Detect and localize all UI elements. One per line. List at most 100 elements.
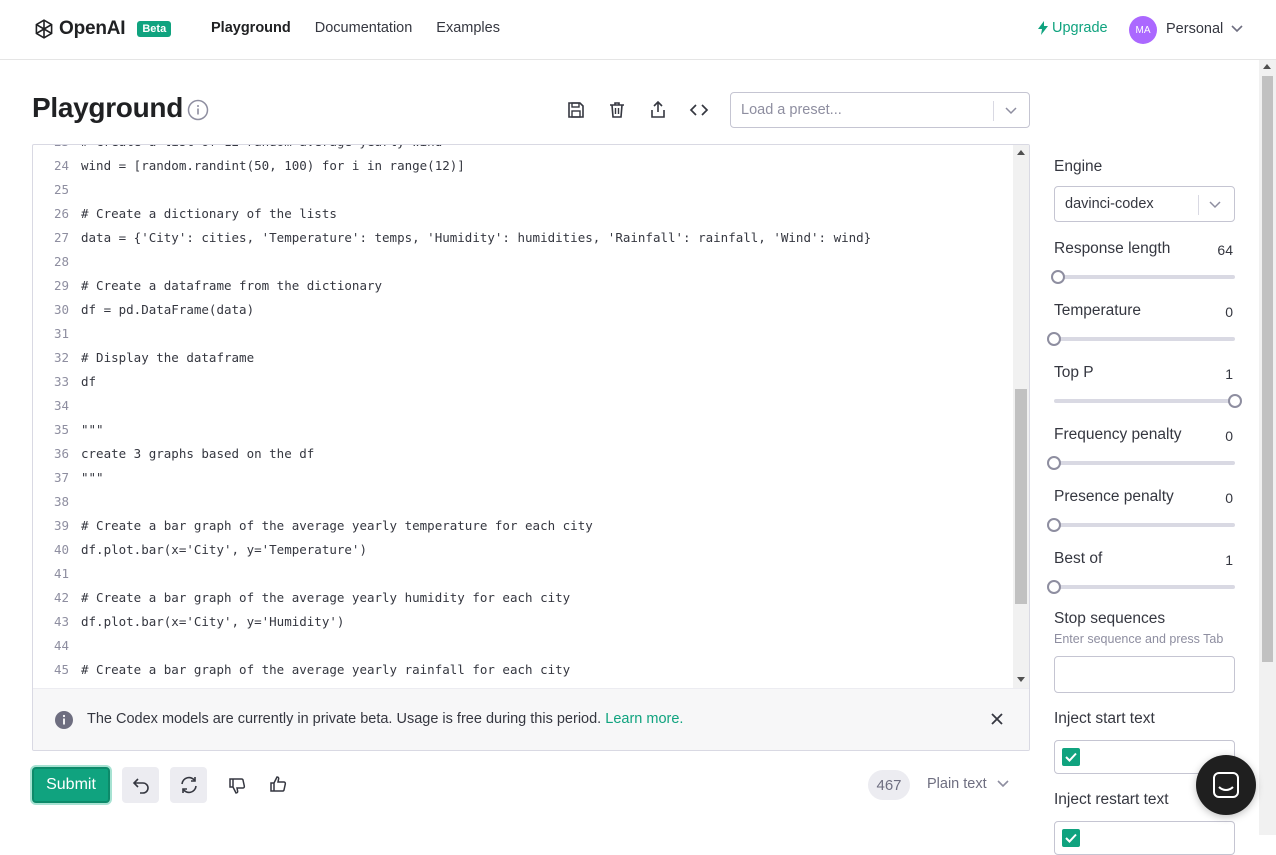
code-text[interactable]: df.plot.bar(x='City', y='Temperature') xyxy=(81,538,367,562)
code-icon[interactable] xyxy=(689,100,709,120)
code-line[interactable]: 29 # Create a dataframe from the dictiona… xyxy=(33,274,1013,298)
editor-scrollbar[interactable] xyxy=(1013,145,1029,688)
slider-label: Temperature xyxy=(1054,302,1142,319)
slider-track[interactable] xyxy=(1054,399,1235,403)
page-scrollbar[interactable] xyxy=(1259,60,1276,835)
help-chat-button[interactable] xyxy=(1196,755,1256,815)
upgrade-link[interactable]: Upgrade xyxy=(1038,20,1108,36)
line-number: 45 xyxy=(53,662,69,677)
slider-value[interactable]: 64 xyxy=(1217,242,1233,258)
code-line[interactable]: 45 # Create a bar graph of the average ye… xyxy=(33,658,1013,682)
slider-value[interactable]: 0 xyxy=(1225,428,1233,444)
regenerate-button[interactable] xyxy=(170,767,207,803)
code-line[interactable]: 28 xyxy=(33,250,1013,274)
code-line[interactable]: 37 """ xyxy=(33,466,1013,490)
code-line[interactable]: 24 wind = [random.randint(50, 100) for i … xyxy=(33,154,1013,178)
slider-value[interactable]: 1 xyxy=(1225,552,1233,568)
nav-playground[interactable]: Playground xyxy=(211,20,291,36)
slider-track[interactable] xyxy=(1054,275,1235,279)
code-line[interactable]: 36 create 3 graphs based on the df xyxy=(33,442,1013,466)
code-line[interactable]: 31 xyxy=(33,322,1013,346)
code-text[interactable]: # Create a dictionary of the lists xyxy=(81,202,337,226)
thumbs-up-button[interactable] xyxy=(263,767,293,803)
code-line[interactable]: 35 """ xyxy=(33,418,1013,442)
code-line[interactable]: 38 xyxy=(33,490,1013,514)
code-line[interactable]: 25 xyxy=(33,178,1013,202)
code-line[interactable]: 42 # Create a bar graph of the average ye… xyxy=(33,586,1013,610)
code-text[interactable]: wind = [random.randint(50, 100) for i in… xyxy=(81,154,465,178)
nav-examples[interactable]: Examples xyxy=(436,20,500,36)
slider-thumb[interactable] xyxy=(1047,332,1061,346)
code-line[interactable]: 30 df = pd.DataFrame(data) xyxy=(33,298,1013,322)
info-icon xyxy=(55,711,73,729)
slider-value[interactable]: 0 xyxy=(1225,304,1233,320)
info-icon[interactable] xyxy=(187,99,209,121)
undo-button[interactable] xyxy=(122,767,159,803)
share-icon[interactable] xyxy=(648,100,668,120)
line-number: 36 xyxy=(53,446,69,461)
stop-sequences-input[interactable] xyxy=(1054,656,1235,693)
trash-icon[interactable] xyxy=(607,100,627,120)
code-text[interactable]: df.plot.bar(x='City', y='Humidity') xyxy=(81,610,344,634)
undo-icon xyxy=(132,778,149,794)
code-text[interactable]: """ xyxy=(81,418,104,442)
code-line[interactable]: 44 xyxy=(33,634,1013,658)
code-line[interactable]: 43 df.plot.bar(x='City', y='Humidity') xyxy=(33,610,1013,634)
preset-select[interactable]: Load a preset... xyxy=(730,92,1030,128)
code-line[interactable]: 33 df xyxy=(33,370,1013,394)
inject-start-checkbox[interactable] xyxy=(1062,748,1080,766)
slider-value[interactable]: 1 xyxy=(1225,366,1233,382)
slider-thumb[interactable] xyxy=(1047,580,1061,594)
scroll-up-arrow-icon[interactable] xyxy=(1017,150,1025,155)
slider-row: Top P 1 xyxy=(1054,364,1242,408)
avatar[interactable]: MA xyxy=(1129,16,1157,44)
scrollbar-thumb[interactable] xyxy=(1015,389,1027,604)
code-line[interactable]: 32 # Display the dataframe xyxy=(33,346,1013,370)
slider-thumb[interactable] xyxy=(1047,518,1061,532)
code-text[interactable]: # Display the dataframe xyxy=(81,346,254,370)
code-text[interactable]: df = pd.DataFrame(data) xyxy=(81,298,254,322)
stop-sequences-section: Stop sequences Enter sequence and press … xyxy=(1054,610,1236,693)
code-line[interactable]: 34 xyxy=(33,394,1013,418)
code-line[interactable]: 40 df.plot.bar(x='City', y='Temperature') xyxy=(33,538,1013,562)
nav-documentation[interactable]: Documentation xyxy=(315,20,413,36)
code-line[interactable]: 41 xyxy=(33,562,1013,586)
mode-select[interactable]: Plain text xyxy=(927,776,1009,792)
code-line[interactable]: 39 # Create a bar graph of the average ye… xyxy=(33,514,1013,538)
code-text[interactable]: create 3 graphs based on the df xyxy=(81,442,314,466)
slider-track[interactable] xyxy=(1054,585,1235,589)
save-icon[interactable] xyxy=(566,100,586,120)
slider-value[interactable]: 0 xyxy=(1225,490,1233,506)
slider-thumb[interactable] xyxy=(1228,394,1242,408)
code-line[interactable]: 26 # Create a dictionary of the lists xyxy=(33,202,1013,226)
submit-button[interactable]: Submit xyxy=(32,767,110,803)
close-icon[interactable] xyxy=(991,713,1003,725)
code-area[interactable]: 23# Create a list of 12 random average y… xyxy=(33,145,1013,682)
slider-track[interactable] xyxy=(1054,523,1235,527)
inject-restart-checkbox[interactable] xyxy=(1062,829,1080,847)
code-text[interactable]: # Create a dataframe from the dictionary xyxy=(81,274,382,298)
code-text[interactable]: # Create a bar graph of the average year… xyxy=(81,586,570,610)
code-text[interactable]: # Create a list of 12 random average yea… xyxy=(81,145,442,154)
page-scrollbar-thumb[interactable] xyxy=(1262,76,1273,662)
code-text[interactable]: # Create a bar graph of the average year… xyxy=(81,658,570,682)
scroll-down-arrow-icon[interactable] xyxy=(1017,677,1025,682)
code-text[interactable]: """ xyxy=(81,466,104,490)
code-line[interactable]: 27 data = {'City': cities, 'Temperature':… xyxy=(33,226,1013,250)
code-text[interactable]: df xyxy=(81,370,96,394)
scroll-up-arrow-icon[interactable] xyxy=(1263,64,1271,69)
prompt-editor[interactable]: 23# Create a list of 12 random average y… xyxy=(32,144,1030,751)
code-text[interactable]: data = {'City': cities, 'Temperature': t… xyxy=(81,226,871,250)
learn-more-link[interactable]: Learn more. xyxy=(605,711,683,727)
inject-restart-input[interactable] xyxy=(1054,821,1235,855)
slider-thumb[interactable] xyxy=(1051,270,1065,284)
thumbs-down-button[interactable] xyxy=(222,767,252,803)
code-text[interactable]: # Create a bar graph of the average year… xyxy=(81,514,593,538)
account-menu[interactable]: Personal xyxy=(1166,21,1243,37)
slider-track[interactable] xyxy=(1054,337,1235,341)
openai-logo[interactable]: OpenAI Beta xyxy=(32,17,172,41)
engine-select[interactable]: davinci-codex xyxy=(1054,186,1235,222)
code-line[interactable]: 23# Create a list of 12 random average y… xyxy=(33,145,1013,154)
slider-track[interactable] xyxy=(1054,461,1235,465)
slider-thumb[interactable] xyxy=(1047,456,1061,470)
